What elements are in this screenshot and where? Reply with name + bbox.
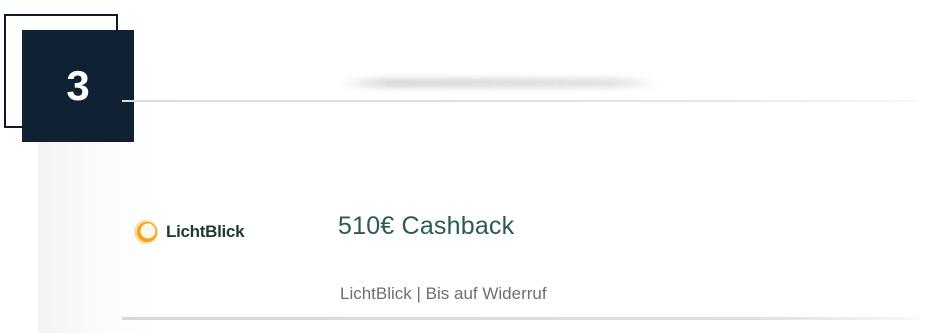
offer-meta: LichtBlick | Bis auf Widerruf — [340, 284, 547, 303]
blurred-previous-offer-text — [340, 78, 660, 88]
provider-logo-text: LichtBlick — [166, 222, 245, 241]
step-badge: 3 — [22, 30, 134, 142]
lichtblick-logo-icon — [132, 218, 160, 246]
offer-title-link[interactable]: 510€ Cashback — [338, 212, 514, 241]
divider-bottom — [122, 317, 918, 320]
step-number: 3 — [66, 62, 90, 109]
provider-logo: LichtBlick — [132, 216, 245, 248]
divider-top — [122, 100, 918, 102]
